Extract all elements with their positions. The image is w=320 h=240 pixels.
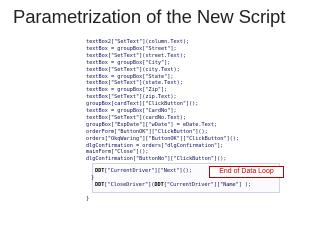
slide-title: Parametrization of the New Script [13, 6, 286, 27]
ddt-name-arg: ["CurrentDriver"]["Name"] ); [163, 182, 252, 188]
loop-close-brace: } [91, 175, 95, 181]
end-of-loop-callout: End of Data Loop [209, 166, 284, 178]
function-close-brace: } [86, 196, 90, 202]
ddt-keyword: DDT [154, 182, 164, 188]
code-line: dlgConfirmation["ButtonNo"]["ClickButton… [86, 156, 227, 163]
ddt-next-call: ["CurrentDriver"]["Next"](); [104, 168, 192, 174]
ddt-keyword: DDT [95, 168, 105, 174]
ddt-keyword: DDT [95, 182, 105, 188]
ddt-next-line: DDT["CurrentDriver"]["Next"](); [95, 168, 192, 175]
ddt-close-line: DDT["CloseDriver"](DDT["CurrentDriver"][… [95, 182, 251, 189]
ddt-close-call: ["CloseDriver"]( [104, 182, 155, 188]
